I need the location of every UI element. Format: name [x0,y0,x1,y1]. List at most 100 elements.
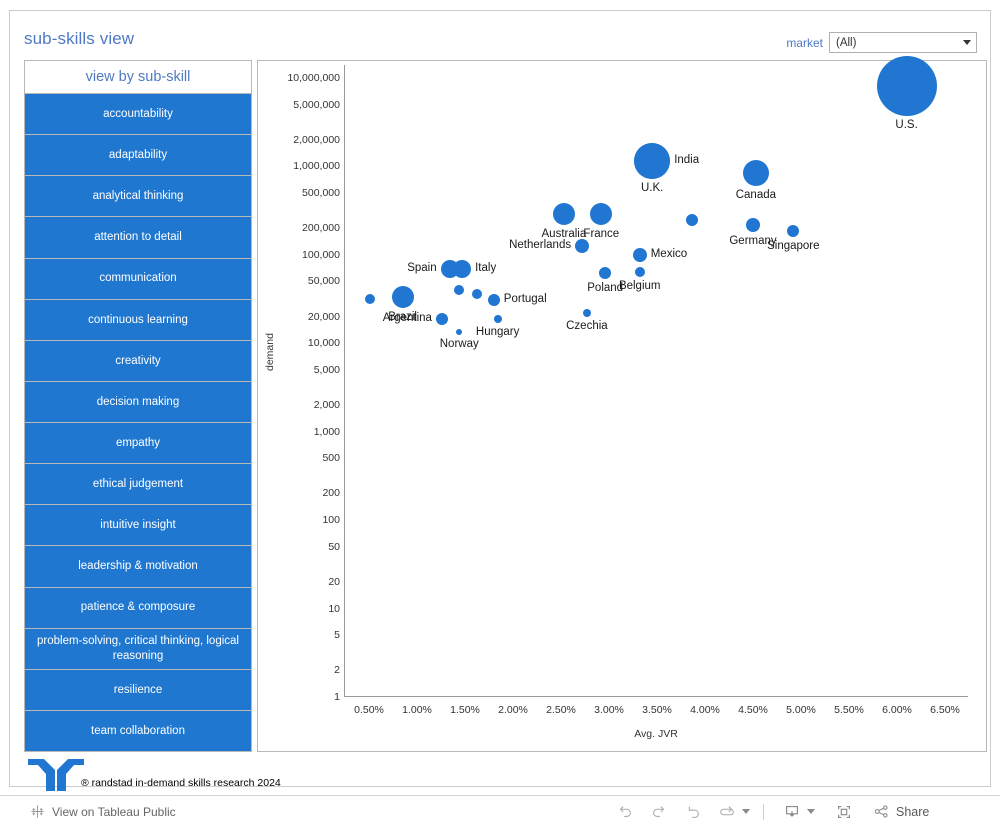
chevron-down-icon [963,40,971,45]
sub-skill-item-continuous[interactable]: continuous learning [25,299,251,341]
data-point-mexico[interactable] [632,247,647,262]
data-point[interactable] [685,213,698,226]
data-point-czechia[interactable] [582,308,591,317]
sub-skill-item-problemsolving[interactable]: problem-solving, critical thinking, logi… [25,628,251,670]
viz-toolbar: View on Tableau Public Share [0,795,1000,827]
sub-skill-item-label: resilience [113,683,163,696]
data-point-canada[interactable] [742,159,769,186]
data-point-france[interactable] [590,202,613,225]
data-point-hungary[interactable] [493,314,502,323]
data-point-label: Canada [735,188,777,201]
x-axis-tick: 6.50% [930,704,960,716]
sub-skill-item-label: accountability [103,107,173,120]
data-point-uk[interactable] [634,142,671,179]
data-point-italy[interactable] [453,259,472,278]
dashboard-frame: sub-skills view market (All) view by sub… [9,10,991,791]
data-point-portugal[interactable] [487,293,500,306]
market-filter: market (All) [786,32,977,53]
y-axis-tick: 10 [328,602,340,615]
scatter-chart-panel: demand 10,000,000 5,000,000 2,000,000 1,000… [257,56,987,752]
view-on-tableau-public-label: View on Tableau Public [52,804,176,819]
share-label: Share [896,804,930,819]
copyright-text: ® randstad in-demand skills research 202… [81,777,281,789]
market-filter-value: (All) [836,36,857,49]
data-point-argentina[interactable] [435,312,448,325]
y-axis-tick: 1,000,000 [293,160,340,173]
toolbar-divider [763,803,764,820]
data-point-us[interactable] [876,56,937,117]
download-icon[interactable] [777,799,807,825]
fullscreen-icon[interactable] [829,799,859,825]
sub-skill-item-intuitive[interactable]: intuitive insight [25,505,251,547]
data-point-norway[interactable] [456,328,463,335]
download-dropdown-caret[interactable] [807,809,815,814]
market-filter-label: market [786,35,823,50]
sub-skill-item-label: continuous learning [88,313,188,326]
data-point-label: Netherlands [509,239,572,252]
pause-dropdown-caret[interactable] [742,809,750,814]
sub-skill-item-label: analytical thinking [92,190,184,203]
view-on-tableau-public-button[interactable]: View on Tableau Public [30,804,176,819]
y-axis-tick: 20 [328,575,340,588]
toolbar-actions: Share [610,799,929,825]
sub-skill-item-label: communication [99,272,177,285]
x-axis-tick: 2.00% [498,704,528,716]
data-point-label: U.S. [895,119,918,132]
sub-skill-item-attention[interactable]: attention to detail [25,217,251,259]
market-filter-dropdown[interactable]: (All) [829,32,977,53]
sub-skill-item-creativity[interactable]: creativity [25,340,251,382]
data-point-label: Italy [475,261,497,274]
x-axis-tick: 2.50% [546,704,576,716]
y-axis-tick: 200,000 [302,222,340,235]
randstad-logo [26,757,86,793]
data-point-netherlands[interactable] [575,239,590,254]
x-axis-tick: 1.50% [450,704,480,716]
y-axis-tick: 200 [322,487,340,500]
data-point-label: France [583,227,620,240]
data-point[interactable] [454,284,465,295]
sub-skill-item-resilience[interactable]: resilience [25,669,251,711]
y-axis-tick: 100,000 [302,248,340,261]
x-axis-tick: 3.00% [594,704,624,716]
sub-skill-item-adaptability[interactable]: adaptability [25,135,251,177]
x-axis-tick: 1.00% [402,704,432,716]
x-axis-tick: 3.50% [642,704,672,716]
data-point-poland[interactable] [599,267,612,280]
sub-skill-item-decision[interactable]: decision making [25,381,251,423]
data-point-brazil[interactable] [391,286,414,309]
data-point-label: Hungary [475,325,520,338]
sub-skill-item-ethical[interactable]: ethical judgement [25,464,251,506]
sub-skill-item-label: patience & composure [80,601,196,614]
y-axis-tick: 2,000,000 [293,133,340,146]
data-point[interactable] [471,289,482,300]
data-point-label: India [674,153,700,166]
data-point-label: Argentina [382,311,432,324]
sub-skill-item-leadership[interactable]: leadership & motivation [25,546,251,588]
page-title: sub-skills view [24,29,135,48]
sub-skill-item-label: ethical judgement [92,478,184,490]
data-point-belgium[interactable] [634,266,645,277]
plot-area[interactable]: 10,000,000 5,000,000 2,000,000 1,000,000 500… [287,56,968,716]
sub-skill-item-analytical[interactable]: analytical thinking [25,176,251,218]
sub-skill-selector: view by sub-skill accountability adaptabi… [24,60,252,752]
sub-skill-item-patience[interactable]: patience & composure [25,587,251,629]
y-axis-tick: 5 [334,629,340,642]
data-point-australia[interactable] [552,202,575,225]
sub-skill-item-team[interactable]: team collaboration [25,710,251,751]
refresh-icon[interactable] [712,799,742,825]
x-axis-tick: 5.50% [834,704,864,716]
sub-skill-item-empathy[interactable]: empathy [25,423,251,465]
sub-skill-item-accountability[interactable]: accountability [25,94,251,136]
sub-skill-item-communication[interactable]: communication [25,258,251,300]
revert-icon[interactable] [678,799,708,825]
redo-icon[interactable] [644,799,674,825]
undo-icon[interactable] [610,799,640,825]
sub-skill-item-label: intuitive insight [100,519,176,532]
x-axis-tick: 5.00% [786,704,816,716]
share-button[interactable]: Share [873,803,929,820]
data-point[interactable] [364,293,375,304]
data-point-singapore[interactable] [787,225,800,238]
data-point-germany[interactable] [746,217,760,232]
y-axis-tick: 10,000,000 [287,71,340,84]
data-point-label: Australia [541,227,587,240]
